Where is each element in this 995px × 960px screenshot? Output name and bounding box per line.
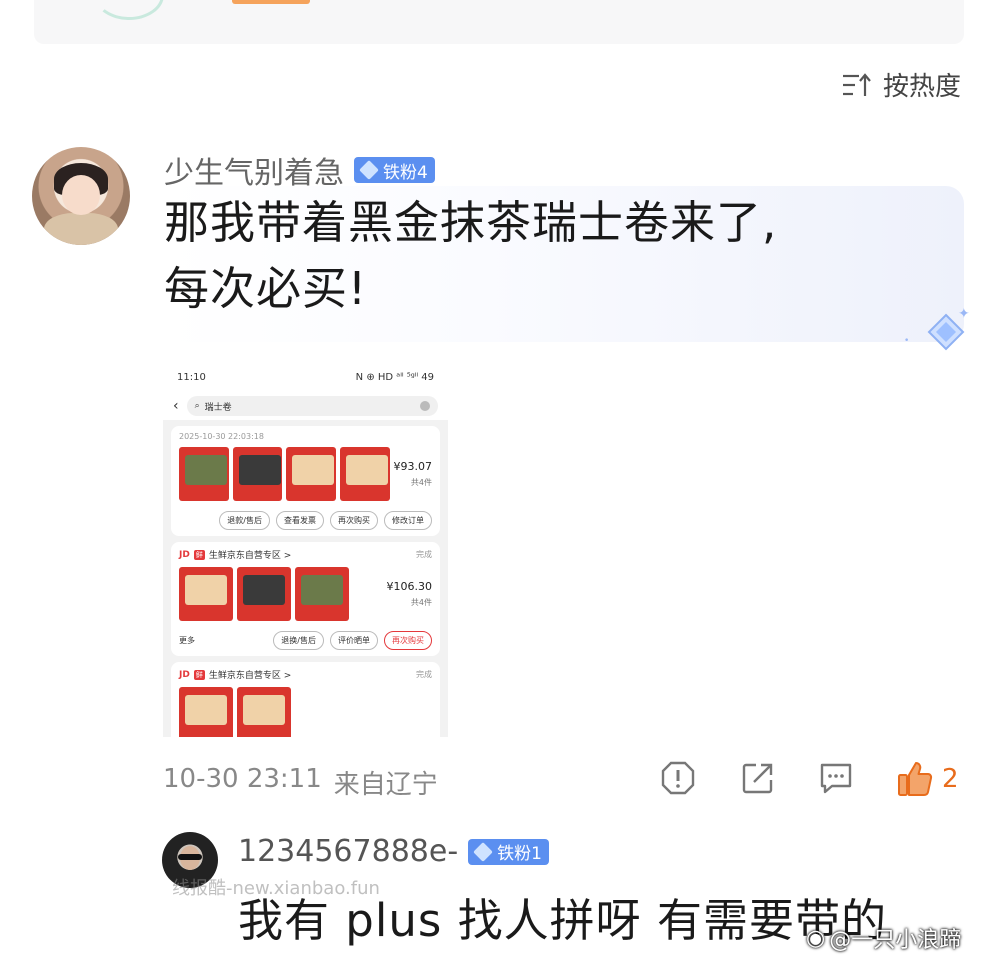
order-button: 修改订单 bbox=[384, 511, 432, 530]
sparkle-icon: ✦ bbox=[958, 306, 970, 322]
order-status: 完成 bbox=[416, 670, 432, 679]
report-icon bbox=[661, 761, 695, 795]
store-name: 生鲜京东自营专区 > bbox=[208, 671, 292, 681]
product-thumb bbox=[295, 567, 349, 621]
order-button: 退换/售后 bbox=[273, 631, 324, 650]
comment-line-1: 那我带着黑金抹茶瑞士卷来了, bbox=[164, 196, 778, 249]
attached-image[interactable]: 11:10 N ⊕ HD ᵃˡˡ ⁵ᵍˡˡ 49 ‹ ⌕ 瑞士卷 2025-10… bbox=[163, 362, 448, 737]
order-button: 退款/售后 bbox=[219, 511, 270, 530]
order-more: 更多 bbox=[179, 636, 195, 645]
fan-badge-label: 铁粉4 bbox=[383, 162, 428, 183]
comment-meta: 10-30 23:11 来自辽宁 bbox=[163, 764, 438, 801]
order-price-value: ¥106.30 bbox=[386, 580, 433, 593]
jd-logo: JD bbox=[179, 669, 190, 680]
comment-icon bbox=[820, 763, 852, 794]
order-timestamp: 2025-10-30 22:03:18 bbox=[179, 432, 264, 441]
reply-username-text: 1234567888e- bbox=[238, 834, 459, 869]
comment-button[interactable] bbox=[818, 760, 854, 796]
weibo-logo-icon: ◉ bbox=[806, 925, 826, 951]
order-price-value: ¥93.07 bbox=[393, 460, 433, 473]
order-card: JD 鲜 生鲜京东自营专区 > 完成 ¥106.30 共4件 更多 退换/售后 … bbox=[171, 542, 440, 656]
order-price: ¥93.07 共4件 bbox=[394, 460, 433, 488]
back-icon: ‹ bbox=[173, 398, 179, 414]
store-name: 生鲜京东自营专区 > bbox=[208, 551, 292, 561]
share-button[interactable] bbox=[740, 760, 776, 796]
comment-location: 来自辽宁 bbox=[333, 770, 438, 800]
fan-badge: 铁粉4 bbox=[354, 157, 435, 183]
fresh-tag: 鲜 bbox=[193, 669, 205, 680]
product-thumb bbox=[179, 567, 233, 621]
comment-line-2: 每次必买! bbox=[164, 262, 368, 315]
weibo-handle: @一只小浪蹄 bbox=[829, 928, 962, 953]
order-button: 再次购买 bbox=[330, 511, 378, 530]
gem-icon bbox=[473, 841, 494, 862]
sort-icon bbox=[842, 72, 871, 96]
like-button[interactable]: 2 bbox=[896, 760, 959, 798]
product-thumb bbox=[339, 447, 390, 501]
weibo-watermark: ◉ @一只小浪蹄 bbox=[806, 922, 961, 954]
product-thumb bbox=[286, 447, 336, 501]
comment-text: 那我带着黑金抹茶瑞士卷来了, 每次必买! bbox=[164, 190, 954, 322]
avatar[interactable] bbox=[32, 147, 130, 245]
gem-icon bbox=[359, 160, 379, 180]
order-card: 2025-10-30 22:03:18 ¥93.07 共4件 退款/售后 查看发… bbox=[171, 426, 440, 536]
order-button: 查看发票 bbox=[276, 511, 324, 530]
order-status: 完成 bbox=[416, 550, 432, 559]
sort-label: 按热度 bbox=[882, 72, 961, 102]
fan-badge: 铁粉1 bbox=[468, 838, 549, 865]
product-thumb bbox=[232, 447, 283, 501]
search-icon: ⌕ bbox=[194, 401, 200, 411]
phone-search-field: ⌕ 瑞士卷 bbox=[186, 396, 438, 416]
tag-partial bbox=[232, 0, 310, 4]
clear-icon bbox=[420, 401, 430, 411]
phone-search-bar: ‹ ⌕ 瑞士卷 bbox=[163, 392, 448, 420]
sort-by-hot-button[interactable]: 按热度 bbox=[841, 66, 961, 103]
phone-status-icons: N ⊕ HD ᵃˡˡ ⁵ᵍˡˡ 49 bbox=[355, 371, 434, 383]
order-count: 共4件 bbox=[410, 478, 432, 487]
phone-search-query: 瑞士卷 bbox=[204, 402, 232, 413]
product-thumb bbox=[179, 447, 229, 501]
avatar-partial bbox=[94, 0, 164, 20]
order-button: 评价晒单 bbox=[330, 631, 378, 650]
order-count: 共4件 bbox=[410, 598, 432, 607]
jd-logo: JD bbox=[179, 549, 190, 560]
share-icon bbox=[742, 763, 773, 794]
sparkle-icon: • bbox=[904, 336, 910, 346]
reply-username[interactable]: 1234567888e- 铁粉1 bbox=[238, 834, 549, 869]
fan-badge-label: 铁粉1 bbox=[497, 844, 542, 864]
report-button[interactable] bbox=[660, 760, 696, 796]
comment-date: 10-30 23:11 bbox=[163, 764, 322, 794]
product-thumb bbox=[237, 567, 291, 621]
previous-card bbox=[34, 0, 964, 44]
like-count: 2 bbox=[942, 764, 959, 794]
product-thumb bbox=[179, 687, 233, 737]
phone-time: 11:10 bbox=[177, 371, 206, 383]
order-price: ¥106.30 共4件 bbox=[387, 580, 433, 608]
phone-statusbar: 11:10 N ⊕ HD ᵃˡˡ ⁵ᵍˡˡ 49 bbox=[163, 362, 448, 392]
fresh-tag: 鲜 bbox=[193, 549, 205, 560]
order-card: JD 鲜 生鲜京东自营专区 > 完成 bbox=[171, 662, 440, 737]
product-thumb bbox=[237, 687, 291, 737]
order-button: 再次购买 bbox=[384, 631, 432, 650]
like-icon bbox=[898, 762, 933, 796]
